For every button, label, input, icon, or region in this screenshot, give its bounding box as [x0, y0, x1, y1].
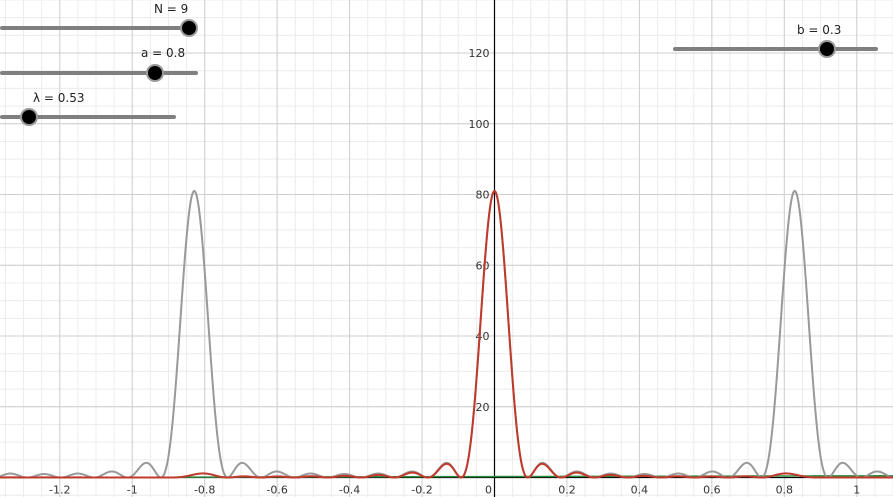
- y-tick-label: 100: [469, 118, 490, 131]
- slider-b-track[interactable]: [673, 47, 878, 51]
- x-tick-label: -0.4: [339, 484, 360, 497]
- y-tick-label: 80: [476, 189, 490, 202]
- slider-a-track[interactable]: [0, 71, 198, 75]
- y-tick-label: 20: [476, 401, 490, 414]
- slider-n-label: N = 9: [154, 2, 189, 16]
- slider-b-label: b = 0.3: [797, 23, 842, 37]
- x-tick-label: -0.6: [266, 484, 287, 497]
- curves: [0, 189, 893, 479]
- slider-a-knob[interactable]: [146, 64, 165, 82]
- slider-a[interactable]: [0, 63, 198, 83]
- x-tick-label: -0.2: [411, 484, 432, 497]
- curve-grey: [0, 189, 893, 479]
- slider-lambda-knob[interactable]: [19, 108, 38, 126]
- slider-b-knob[interactable]: [817, 40, 836, 58]
- y-tick-label: 40: [476, 330, 490, 343]
- x-tick-label: 0.4: [631, 484, 649, 497]
- curve-red: [0, 189, 893, 479]
- slider-a-label: a = 0.8: [141, 46, 186, 60]
- slider-n[interactable]: [0, 18, 199, 38]
- slider-n-knob[interactable]: [180, 19, 199, 37]
- x-tick-label: -1: [127, 484, 138, 497]
- y-tick-label: 60: [476, 259, 490, 272]
- slider-b[interactable]: [673, 39, 878, 59]
- x-tick-label: 0.2: [558, 484, 576, 497]
- y-tick-label: 120: [469, 47, 490, 60]
- x-tick-label: 0.8: [776, 484, 794, 497]
- slider-n-track[interactable]: [0, 26, 194, 30]
- x-tick-label: 0.6: [703, 484, 721, 497]
- x-tick-label: 1: [853, 484, 860, 497]
- x-tick-label: -0.8: [194, 484, 215, 497]
- slider-lambda[interactable]: [0, 107, 176, 127]
- x-tick-label: -1.2: [49, 484, 70, 497]
- slider-lambda-label: λ = 0.53: [33, 91, 85, 105]
- x-tick-label: 0: [485, 484, 492, 497]
